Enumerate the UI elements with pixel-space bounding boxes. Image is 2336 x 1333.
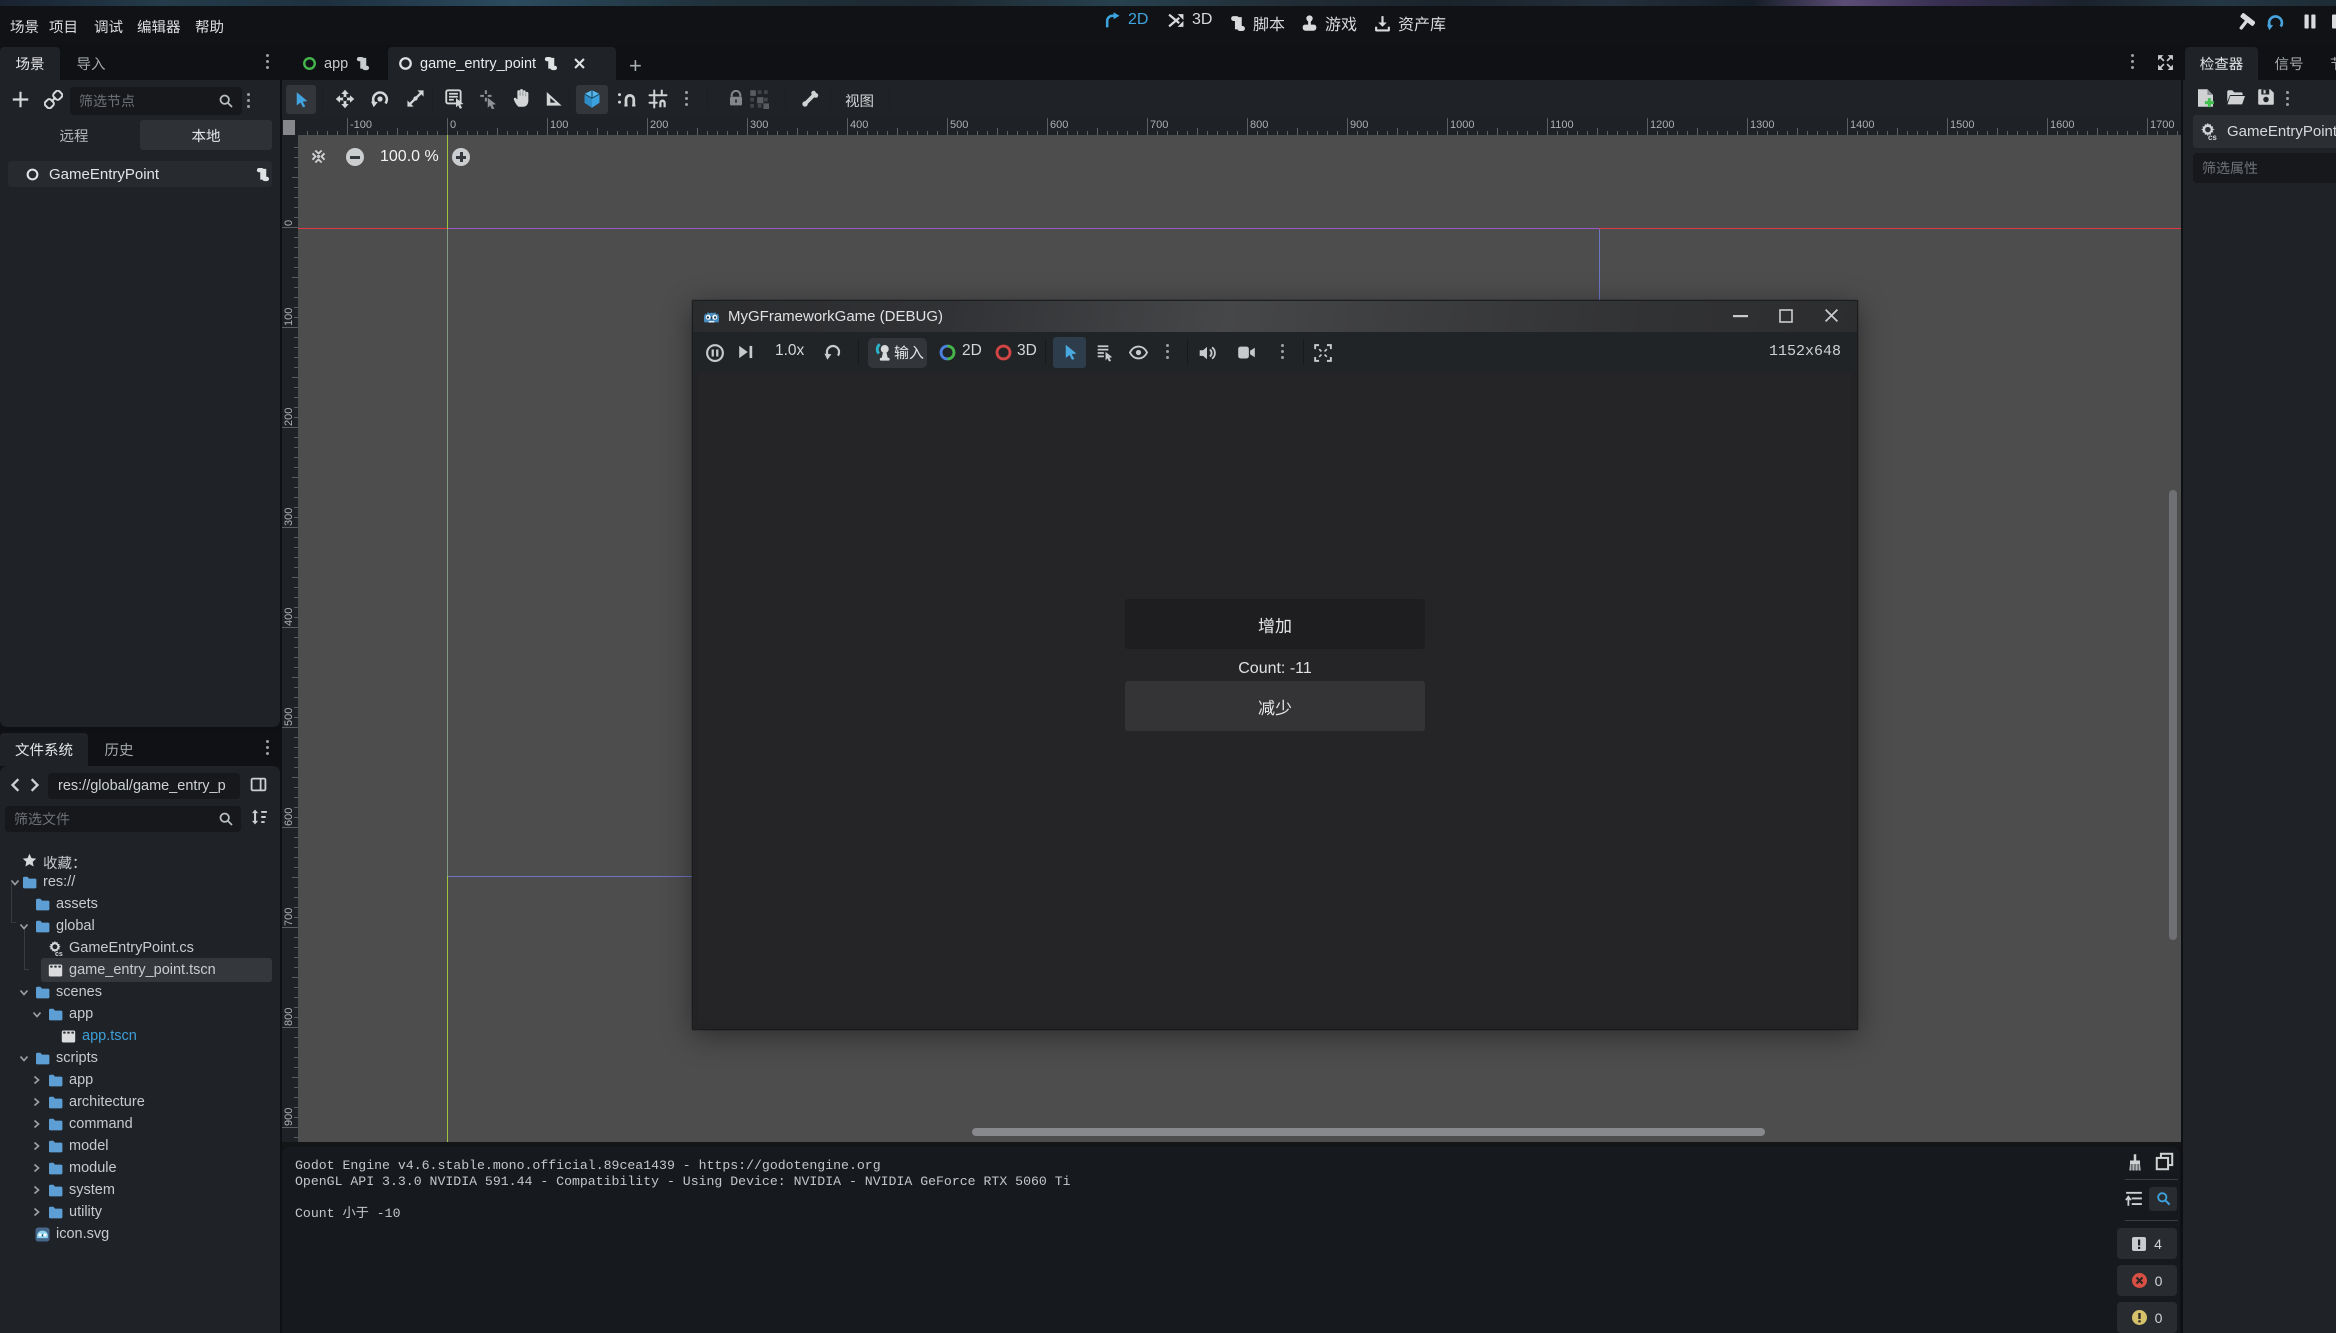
svg-text:cs: cs xyxy=(2208,133,2217,140)
svg-text:cs: cs xyxy=(55,951,63,956)
